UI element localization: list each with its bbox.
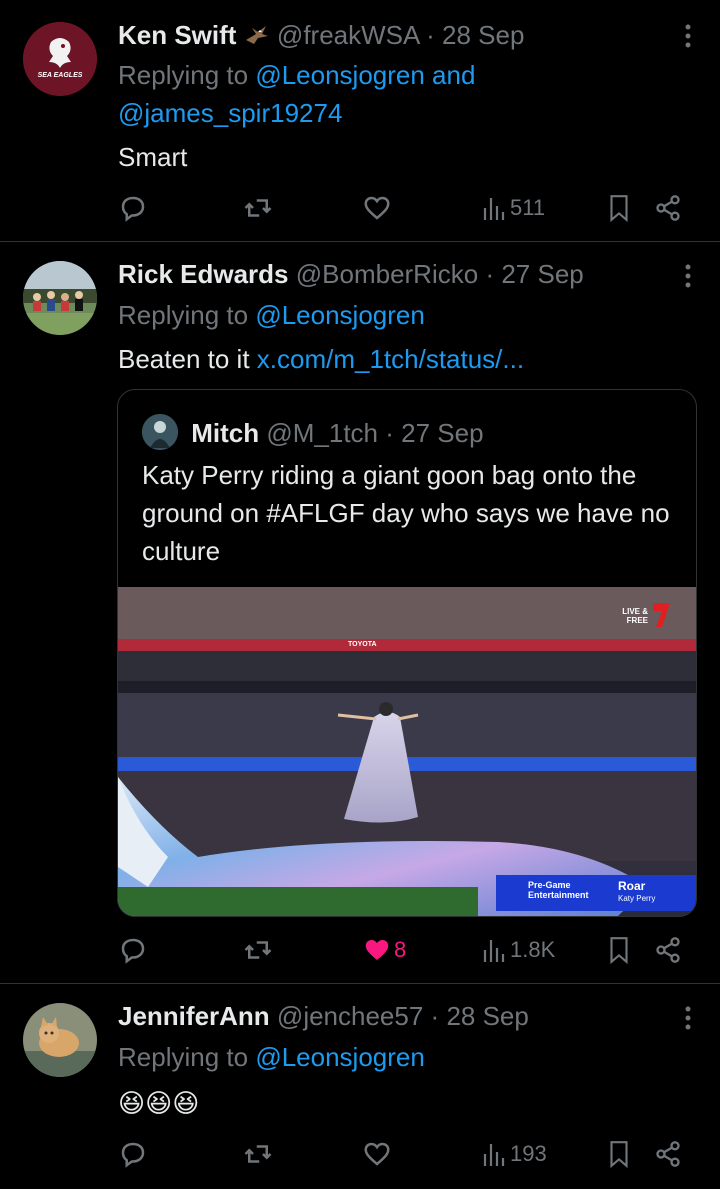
- avatar-photo: [23, 261, 97, 335]
- lower-third-subtitle: Katy Perry: [618, 894, 656, 903]
- views-count: 193: [510, 1141, 547, 1166]
- views-count: 511: [510, 195, 546, 220]
- replying-prefix: Replying to: [118, 300, 256, 330]
- retweet-icon: [244, 1145, 272, 1163]
- tweet-text-prefix: Beaten to it: [118, 344, 257, 374]
- share-icon: [656, 937, 680, 963]
- tweet-date[interactable]: 28 Sep: [446, 1001, 528, 1031]
- display-name[interactable]: Rick Edwards: [118, 259, 289, 289]
- tweet-text: 😆😆😆: [118, 1088, 200, 1118]
- tweet-header: Ken Swift @freakWSA · 28 Sep: [118, 19, 524, 51]
- avatar-photo: [23, 1003, 97, 1077]
- reply-icon: [121, 938, 145, 964]
- tweet-actions: 511: [118, 188, 698, 228]
- share-button[interactable]: [654, 930, 682, 970]
- tweet-actions: 8 1.8K: [118, 930, 698, 970]
- tweet-date[interactable]: 28 Sep: [442, 20, 524, 50]
- retweet-button[interactable]: [243, 188, 273, 228]
- like-button[interactable]: [362, 1134, 392, 1174]
- replying-to: Replying to @Leonsjogren: [118, 1038, 678, 1076]
- bookmark-button[interactable]: [606, 930, 632, 970]
- share-icon: [656, 1141, 680, 1167]
- display-name[interactable]: Ken Swift: [118, 20, 236, 50]
- views-icon: [483, 198, 505, 220]
- user-handle[interactable]: @BomberRicko: [296, 259, 478, 289]
- replying-to: Replying to @Leonsjogren: [118, 296, 678, 334]
- bookmark-icon: [610, 195, 628, 223]
- bookmark-button[interactable]: [606, 1134, 632, 1174]
- like-button[interactable]: [362, 188, 392, 228]
- reply-button[interactable]: [118, 930, 148, 970]
- quote-avatar[interactable]: [142, 414, 178, 450]
- like-icon: [364, 1142, 390, 1166]
- replying-to: Replying to @Leonsjogren and @james_spir…: [118, 56, 678, 132]
- tweet-actions: 193: [118, 1134, 698, 1174]
- more-icon[interactable]: [684, 22, 692, 55]
- quote-media-image[interactable]: TOYOTA LIVE & FREE Pre-Game Entertainmen…: [118, 587, 696, 916]
- replying-to-link[interactable]: @Leonsjogren: [255, 1042, 425, 1072]
- live-badge: LIVE & FREE: [622, 607, 648, 625]
- views-count: 1.8K: [510, 937, 556, 962]
- tweet-header: Rick Edwards @BomberRicko · 27 Sep: [118, 258, 584, 290]
- separator: ·: [426, 20, 443, 50]
- eagle-emoji-icon: [244, 21, 270, 44]
- quoted-tweet[interactable]: Mitch @M_1tch · 27 Sep Katy Perry riding…: [117, 389, 697, 917]
- user-handle[interactable]: @freakWSA: [277, 20, 419, 50]
- quote-text: Katy Perry riding a giant goon bag onto …: [142, 460, 670, 566]
- like-count: 8: [394, 937, 407, 962]
- avatar-logo-text: SEA EAGLES: [37, 72, 83, 79]
- more-icon[interactable]: [684, 262, 692, 295]
- bookmark-button[interactable]: [606, 188, 632, 228]
- quote-user-handle[interactable]: @M_1tch: [266, 418, 378, 448]
- avatar[interactable]: [23, 261, 97, 335]
- separator: ·: [485, 259, 502, 289]
- replying-prefix: Replying to: [118, 60, 256, 90]
- display-name[interactable]: JenniferAnn: [118, 1001, 270, 1031]
- bookmark-icon: [610, 937, 628, 965]
- reply-button[interactable]: [118, 1134, 148, 1174]
- tweet-ken-swift[interactable]: SEA EAGLES Ken Swift @freakWSA · 28 Sep …: [0, 0, 720, 241]
- views-button[interactable]: 1.8K: [482, 930, 555, 970]
- retweet-icon: [244, 941, 272, 959]
- lower-third-title: Roar: [618, 879, 646, 893]
- share-button[interactable]: [654, 188, 682, 228]
- views-button[interactable]: 511: [482, 188, 545, 228]
- replying-to-link[interactable]: @Leonsjogren: [255, 300, 425, 330]
- tweet-text: Smart: [118, 142, 188, 172]
- retweet-button[interactable]: [243, 930, 273, 970]
- more-icon[interactable]: [684, 1004, 692, 1037]
- reply-icon: [121, 196, 145, 222]
- tweet-link[interactable]: x.com/m_1tch/status/...: [257, 344, 524, 374]
- stadium-image: [118, 587, 696, 916]
- avatar[interactable]: [23, 1003, 97, 1077]
- replying-prefix: Replying to: [118, 1042, 256, 1072]
- like-icon: [365, 940, 389, 960]
- share-button[interactable]: [654, 1134, 682, 1174]
- share-icon: [656, 195, 680, 221]
- reply-icon: [121, 1142, 145, 1168]
- retweet-icon: [244, 199, 272, 217]
- sea-eagles-logo: [23, 22, 97, 96]
- quote-header: Mitch @M_1tch · 27 Sep: [142, 414, 484, 450]
- quote-date[interactable]: 27 Sep: [401, 418, 483, 448]
- views-button[interactable]: 193: [482, 1134, 547, 1174]
- tweet-date[interactable]: 27 Sep: [501, 259, 583, 289]
- user-handle[interactable]: @jenchee57: [277, 1001, 423, 1031]
- separator: ·: [385, 418, 402, 448]
- tweet-header: JenniferAnn @jenchee57 · 28 Sep: [118, 1000, 529, 1032]
- views-icon: [483, 1144, 505, 1166]
- retweet-button[interactable]: [243, 1134, 273, 1174]
- tweet-jenniferann[interactable]: JenniferAnn @jenchee57 · 28 Sep Replying…: [0, 984, 720, 1189]
- views-icon: [483, 940, 505, 962]
- lower-third-segment: Pre-Game Entertainment: [528, 880, 589, 900]
- avatar[interactable]: SEA EAGLES: [23, 22, 97, 96]
- like-icon: [364, 196, 390, 220]
- quote-display-name[interactable]: Mitch: [191, 418, 259, 448]
- tweet-text: Beaten to it x.com/m_1tch/status/...: [118, 340, 524, 378]
- reply-button[interactable]: [118, 188, 148, 228]
- banner-text: TOYOTA: [348, 641, 377, 648]
- separator: ·: [430, 1001, 447, 1031]
- bookmark-icon: [610, 1141, 628, 1169]
- like-button[interactable]: 8: [362, 930, 406, 970]
